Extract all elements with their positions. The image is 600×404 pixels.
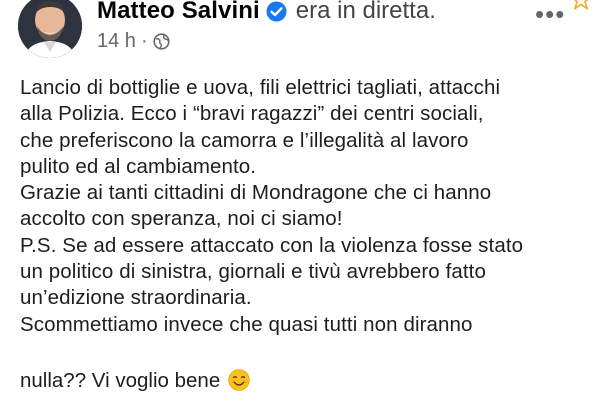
author-row: Matteo Salvini era in diretta. [97,0,436,26]
star-icon [571,0,591,11]
post-body-text: Lancio di bottiglie e uova, fili elettri… [20,76,524,336]
post-header: Matteo Salvini era in diretta. 14 h · ••… [0,0,600,70]
verified-badge-icon [266,1,287,22]
post-time[interactable]: 14 h [97,30,136,53]
post-last-line-text: nulla?? Vi voglio bene [20,369,221,392]
more-options-icon[interactable]: ••• [535,1,565,27]
meta-separator: · [140,29,148,52]
globe-icon[interactable] [153,32,170,50]
post-last-line: nulla?? Vi voglio bene [20,369,250,393]
post-meta: 14 h · [97,30,170,52]
live-status-text: era in diretta. [295,0,436,24]
author-name[interactable]: Matteo Salvini [97,0,260,25]
avatar[interactable] [18,0,82,58]
smiling-face-emoji-icon [228,369,250,391]
